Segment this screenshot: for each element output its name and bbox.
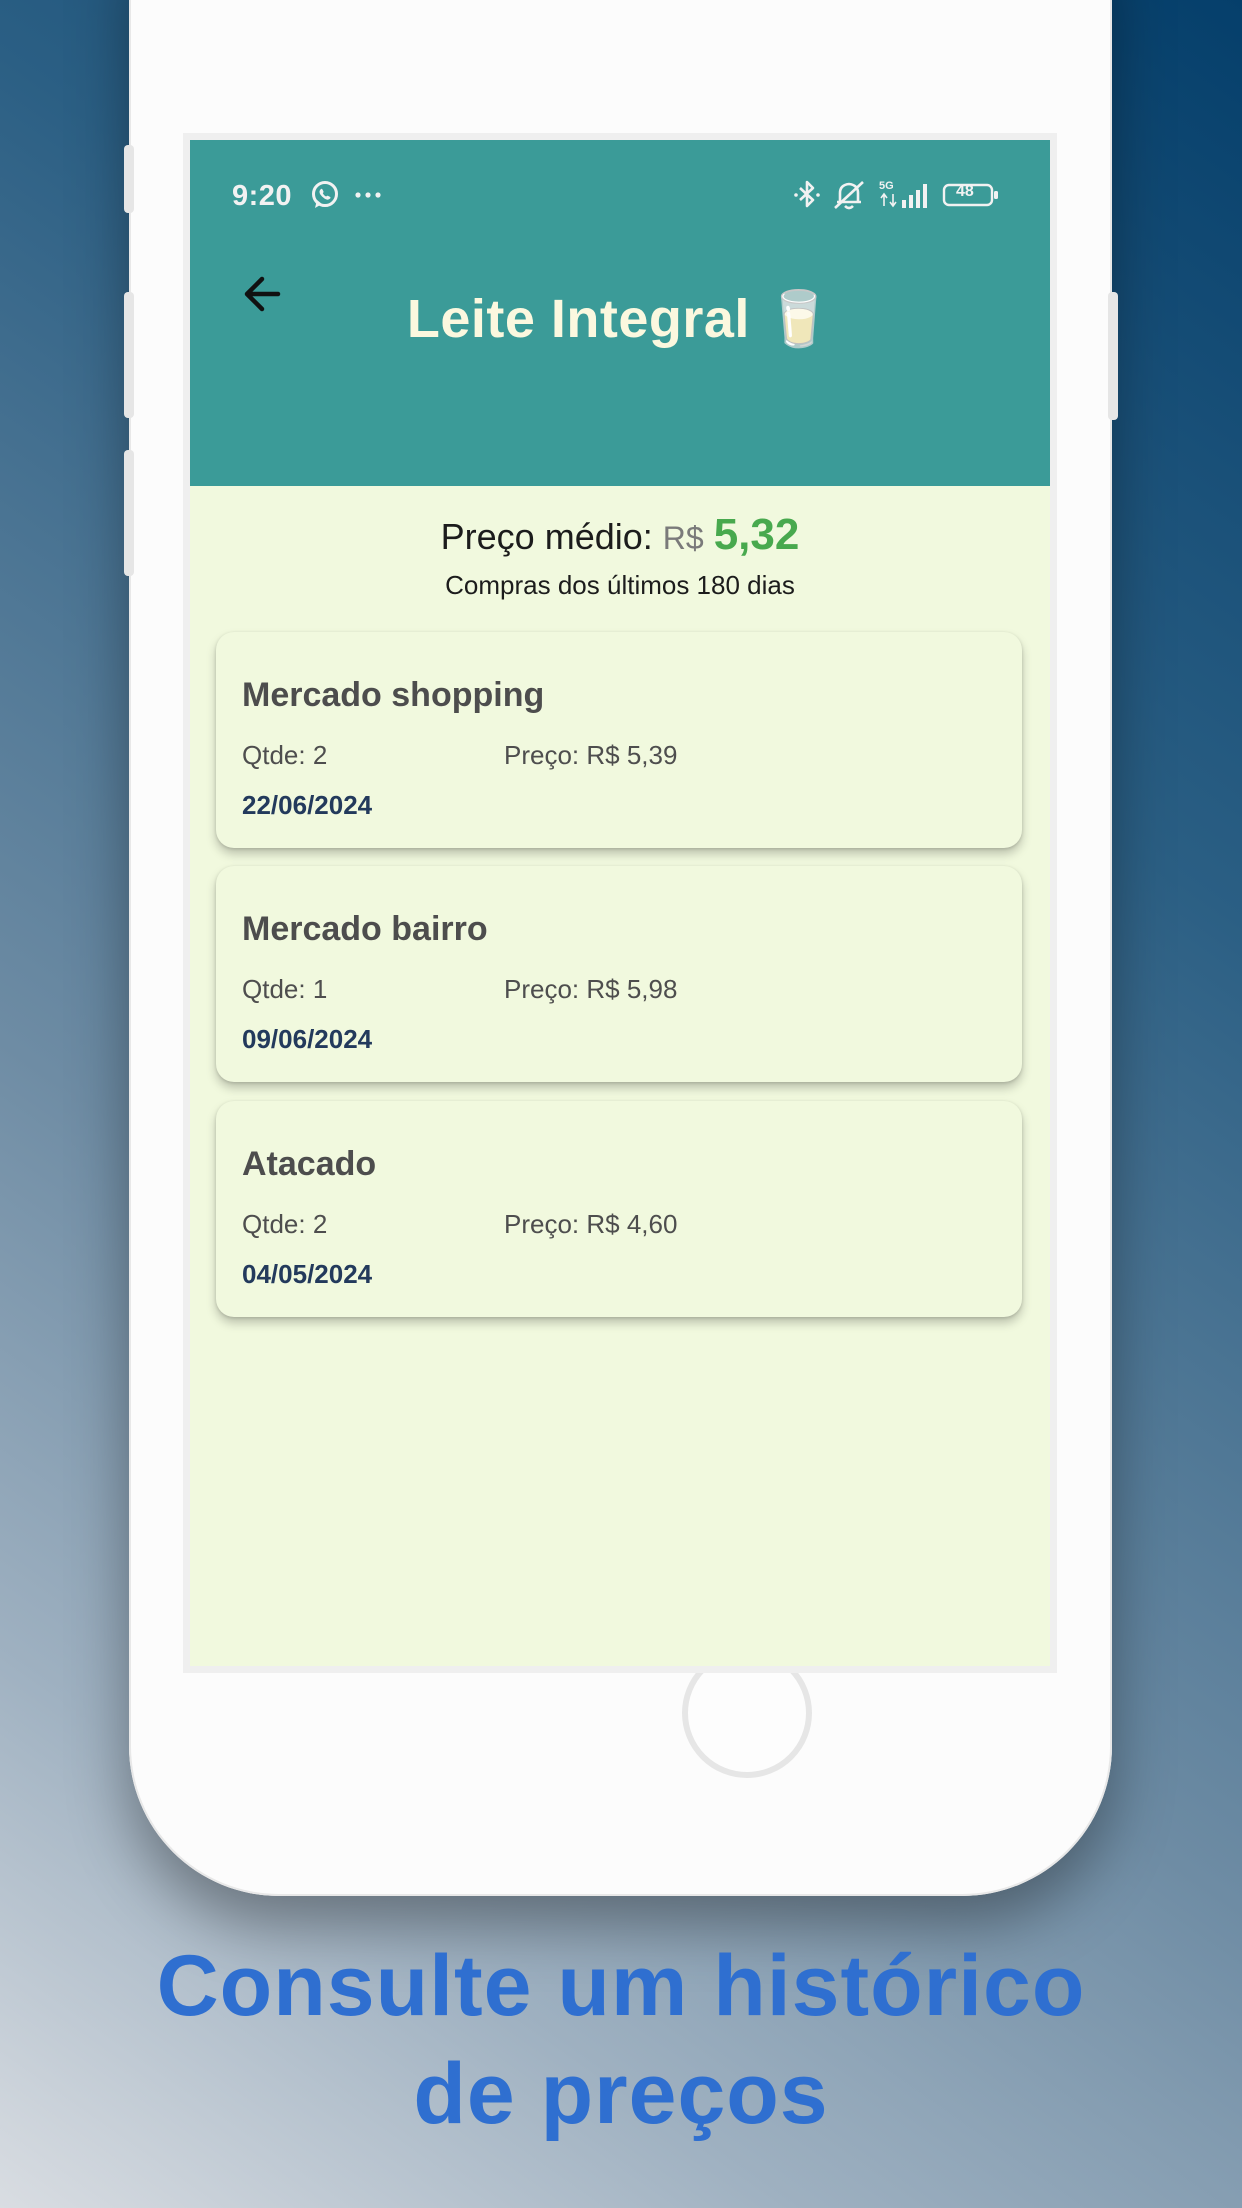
app-bar: 9:20 5G 48 Leite Integral 🥛 [190, 140, 1050, 486]
signal-5g-icon: 5G [879, 180, 927, 208]
purchase-price: Preço: R$ 5,39 [504, 740, 678, 770]
side-button-right [1108, 292, 1118, 420]
page-title: Leite Integral 🥛 [406, 289, 834, 349]
purchase-card[interactable]: Mercado bairro Qtde: 1 Preço: R$ 5,98 09… [216, 866, 1022, 1082]
summary-subtitle: Compras dos últimos 180 dias [445, 570, 795, 600]
app-screen: 9:20 5G 48 Leite Integral 🥛 Preço médio:… [183, 133, 1057, 1673]
status-time: 9:20 [232, 180, 293, 212]
bluetooth-icon [794, 180, 820, 208]
side-button-left-1 [124, 145, 134, 213]
side-button-left-2 [124, 292, 134, 418]
promo-caption-line-2: de preços [413, 2046, 829, 2142]
silent-bell-icon [834, 181, 864, 210]
purchase-date: 22/06/2024 [242, 790, 373, 820]
battery-level: 48 [956, 183, 974, 200]
average-price-label: Preço médio: [440, 516, 653, 557]
promo-caption: Consulte um histórico de preços [0, 1932, 1242, 2148]
purchase-card[interactable]: Mercado shopping Qtde: 2 Preço: R$ 5,39 … [216, 632, 1022, 848]
store-name: Mercado bairro [242, 910, 488, 948]
side-button-left-3 [124, 450, 134, 576]
svg-text:5G: 5G [879, 180, 894, 192]
purchase-date: 04/05/2024 [242, 1259, 373, 1289]
purchase-card[interactable]: Atacado Qtde: 2 Preço: R$ 4,60 04/05/202… [216, 1101, 1022, 1317]
average-price: Preço médio: R$ 5,32 [190, 510, 1050, 560]
currency-symbol: R$ [662, 520, 704, 556]
whatsapp-icon [312, 181, 338, 208]
more-notifications-icon [355, 192, 381, 198]
purchase-quantity: Qtde: 2 [242, 740, 328, 770]
purchase-quantity: Qtde: 1 [242, 974, 328, 1004]
price-summary: Preço médio: R$ 5,32 Compras dos últimos… [190, 510, 1050, 601]
purchase-price: Preço: R$ 4,60 [504, 1209, 678, 1239]
status-bar: 9:20 5G 48 [190, 140, 1050, 220]
store-name: Mercado shopping [242, 676, 545, 714]
purchase-price: Preço: R$ 5,98 [504, 974, 678, 1004]
store-name: Atacado [242, 1145, 377, 1183]
purchase-quantity: Qtde: 2 [242, 1209, 328, 1239]
promo-caption-line-1: Consulte um histórico [156, 1938, 1086, 2034]
average-price-value: 5,32 [713, 510, 800, 559]
purchase-date: 09/06/2024 [242, 1024, 373, 1054]
